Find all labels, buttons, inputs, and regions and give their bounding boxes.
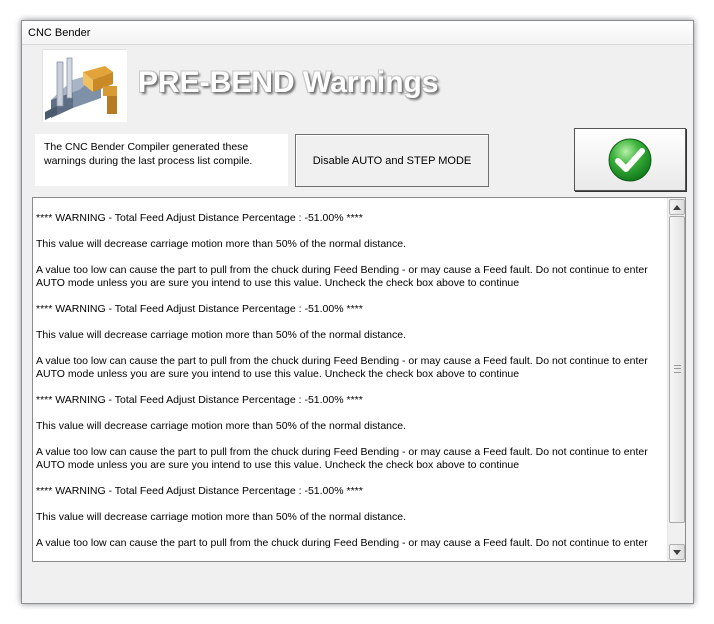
warning-entry: **** WARNING - Total Feed Adjust Distanc… [36, 485, 667, 550]
warning-line: This value will decrease carriage motion… [36, 511, 407, 523]
warning-entry: **** WARNING - Total Feed Adjust Distanc… [36, 303, 667, 381]
arrow-down-icon [673, 549, 681, 555]
warning-title: **** WARNING - Total Feed Adjust Distanc… [36, 212, 363, 224]
warning-line: This value will decrease carriage motion… [36, 420, 407, 432]
title-bar[interactable]: CNC Bender [22, 21, 693, 45]
arrow-up-icon [673, 204, 681, 210]
ok-button[interactable] [574, 128, 686, 191]
cnc-bender-machine-icon [42, 49, 127, 122]
scroll-up-button[interactable] [669, 199, 685, 215]
grip-icon [674, 365, 681, 373]
green-checkmark-icon [608, 138, 652, 181]
warning-title: **** WARNING - Total Feed Adjust Distanc… [36, 394, 363, 406]
info-message: The CNC Bender Compiler generated these … [35, 134, 288, 186]
disable-button-label: Disable AUTO and STEP MODE [312, 154, 472, 167]
disable-auto-step-mode-button[interactable]: Disable AUTO and STEP MODE [295, 134, 489, 187]
vertical-scrollbar[interactable] [667, 198, 685, 561]
page-title: PRE-BEND Warnings [138, 66, 439, 99]
warning-entry: **** WARNING - Total Feed Adjust Distanc… [36, 212, 667, 290]
warning-line: This value will decrease carriage motion… [36, 329, 407, 341]
scroll-thumb[interactable] [669, 216, 685, 523]
warning-line: A value too low can cause the part to pu… [36, 264, 648, 289]
warning-entry: **** WARNING - Total Feed Adjust Distanc… [36, 394, 667, 472]
warning-line: A value too low can cause the part to pu… [36, 355, 648, 380]
window-title: CNC Bender [28, 27, 91, 39]
warnings-textbox[interactable]: **** WARNING - Total Feed Adjust Distanc… [32, 197, 686, 562]
warning-title: **** WARNING - Total Feed Adjust Distanc… [36, 303, 363, 315]
cnc-bender-window: CNC Bender PRE-BEND Warnings The CNC Ben… [21, 20, 694, 604]
warning-title: **** WARNING - Total Feed Adjust Distanc… [36, 485, 363, 497]
warnings-text: **** WARNING - Total Feed Adjust Distanc… [33, 198, 667, 561]
warning-line: A value too low can cause the part to pu… [36, 537, 648, 549]
scroll-down-button[interactable] [669, 544, 685, 560]
warning-line: A value too low can cause the part to pu… [36, 446, 648, 471]
warning-line: This value will decrease carriage motion… [36, 238, 407, 250]
info-text: The CNC Bender Compiler generated these … [44, 141, 253, 167]
